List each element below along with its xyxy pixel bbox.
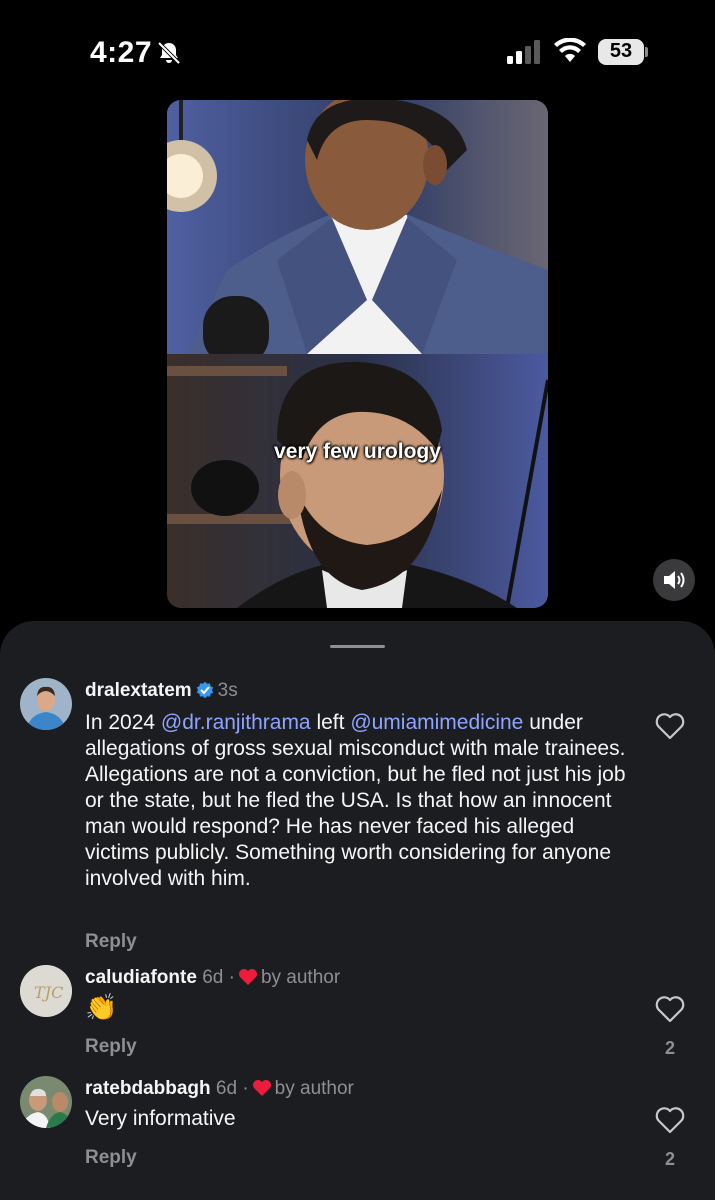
signal-icon [507,40,540,64]
comment-text: In 2024 @dr.ranjithrama left @umiamimedi… [85,710,630,892]
comment-username[interactable]: ratebdabbagh [85,1078,211,1099]
heart-filled-icon [238,969,257,985]
comment-username[interactable]: dralextatem [85,680,192,701]
mention-link[interactable]: @umiamimedicine [350,711,523,734]
comment-text: 👏 [85,993,118,1023]
comment-text-part: under allegations of gross sexual miscon… [85,711,626,890]
heart-outline-icon[interactable] [655,712,685,740]
heart-outline-icon[interactable] [655,995,685,1023]
video-player[interactable]: very few urology [167,100,548,608]
wifi-icon [554,38,586,62]
like-count: 2 [664,1149,675,1169]
heart-filled-icon [252,1080,271,1096]
avatar[interactable]: TJC [20,965,72,1017]
comment-meta: caludiafonte 6d · by author [85,967,340,989]
sheet-drag-handle[interactable] [330,645,385,648]
reply-button[interactable]: Reply [85,931,137,953]
bell-slash-icon [157,41,181,65]
status-time: 4:27 [90,36,153,69]
avatar[interactable] [20,678,72,730]
reply-button[interactable]: Reply [85,1036,137,1058]
comment-username[interactable]: caludiafonte [85,967,197,988]
avatar[interactable] [20,1076,72,1128]
comment-time: 6d [202,967,224,988]
comment-text: Very informative [85,1107,236,1130]
comment-meta: dralextatem 3s [85,680,238,702]
comments-sheet: dralextatem 3s In 2024 @dr.ranjithrama l… [0,621,715,1200]
like-count: 2 [664,1038,675,1058]
reply-button[interactable]: Reply [85,1147,137,1169]
heart-outline-icon[interactable] [655,1106,685,1134]
speaker-icon [664,571,685,589]
battery-level: 53 [609,40,633,62]
comment-text-part: left [310,711,351,734]
verified-badge-icon [196,681,213,699]
svg-text:TJC: TJC [34,983,63,1002]
video-caption: very few urology [274,440,441,463]
mention-link[interactable]: @dr.ranjithrama [161,711,311,734]
mute-toggle-button[interactable] [653,559,695,601]
comment-meta: ratebdabbagh 6d · by author [85,1078,354,1100]
video-frame [167,100,548,608]
comment-time: 3s [217,680,238,701]
liked-by-author-label: by author [274,1078,354,1099]
comment-time: 6d [215,1078,238,1099]
battery-icon: 53 [598,39,648,65]
comment-text-part: In 2024 [85,711,161,734]
separator-dot: · [228,967,235,988]
liked-by-author-label: by author [260,967,341,988]
status-bar: 4:27 53 [0,0,715,100]
separator-dot: · [242,1078,249,1099]
